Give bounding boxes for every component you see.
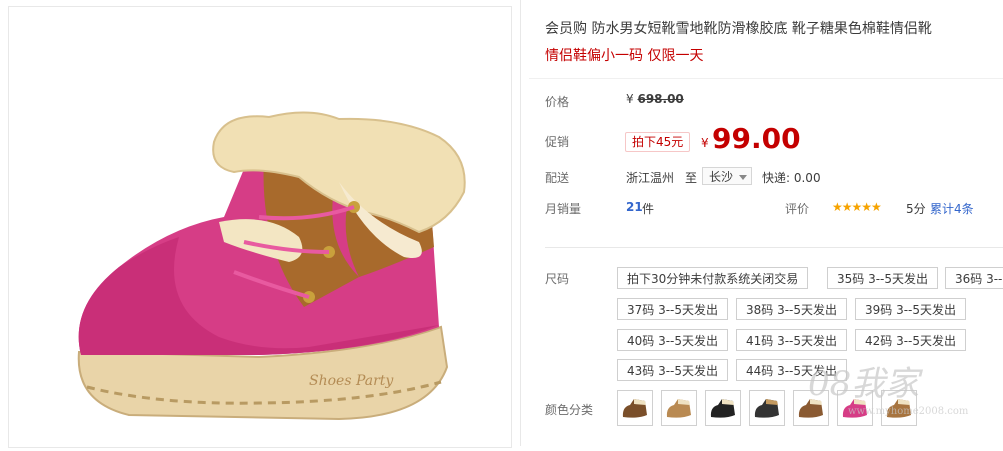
rating-score: 5分 <box>906 202 926 216</box>
size-option[interactable]: 35码 3--5天发出 <box>827 267 939 289</box>
original-price: ¥ 698.00 <box>626 92 684 106</box>
currency-symbol: ¥ <box>626 92 634 106</box>
size-option[interactable]: 39码 3--5天发出 <box>855 298 967 320</box>
destination-select[interactable]: 长沙 <box>702 167 752 185</box>
destination-city: 长沙 <box>709 170 734 184</box>
size-label: 尺码 <box>545 272 570 286</box>
divider <box>545 247 1003 248</box>
sales-unit: 件 <box>642 202 655 216</box>
color-swatch-black[interactable] <box>705 390 741 426</box>
site-watermark: 08我家 www.myhome2008.com <box>808 362 998 442</box>
size-option[interactable]: 42码 3--5天发出 <box>855 329 967 351</box>
delivery-label: 配送 <box>545 171 570 185</box>
promo-tag: 拍下45元 <box>625 132 691 152</box>
color-swatch-tan[interactable] <box>661 390 697 426</box>
watermark-logo: 08我家 <box>808 364 920 404</box>
promo-label: 促销 <box>545 135 570 149</box>
rating-stars-icon: ★★★★★ <box>832 200 882 214</box>
size-option[interactable]: 拍下30分钟未付款系统关闭交易 <box>617 267 809 289</box>
review-label: 评价 <box>785 202 810 216</box>
boot-image: Shoes Party <box>77 111 466 421</box>
shipping-fee: 快递: 0.00 <box>762 171 821 185</box>
price-label: 价格 <box>545 95 570 109</box>
price-section: 价格 ¥ 698.00 促销 拍下45元 ¥ 99.00 配送 浙江温州 至 长… <box>529 78 1003 227</box>
product-subtitle: 情侣鞋偏小一码 仅限一天 <box>545 48 704 64</box>
product-image-panel[interactable]: Shoes Party <box>8 6 512 448</box>
size-option[interactable]: 36码 3-- <box>945 267 1003 289</box>
sales-label: 月销量 <box>545 202 582 216</box>
color-swatch-brown[interactable] <box>617 390 653 426</box>
ship-from: 浙江温州 <box>626 171 675 185</box>
promo-currency: ¥ <box>701 136 709 150</box>
size-option[interactable]: 38码 3--5天发出 <box>736 298 848 320</box>
chevron-down-icon <box>739 175 747 180</box>
color-label: 颜色分类 <box>545 403 594 417</box>
size-option[interactable]: 41码 3--5天发出 <box>736 329 848 351</box>
size-option[interactable]: 40码 3--5天发出 <box>617 329 729 351</box>
color-swatch-black-tan[interactable] <box>749 390 785 426</box>
product-title: 会员购 防水男女短靴雪地靴防滑橡胶底 靴子糖果色棉鞋情侣靴 <box>545 21 932 37</box>
sales-count: 21 <box>626 200 643 214</box>
size-option[interactable]: 43码 3--5天发出 <box>617 359 729 381</box>
size-option[interactable]: 37码 3--5天发出 <box>617 298 729 320</box>
promo-price: 99.00 <box>712 122 801 155</box>
svg-text:Shoes Party: Shoes Party <box>309 373 394 389</box>
watermark-url: www.myhome2008.com <box>848 406 969 417</box>
ship-to-word: 至 <box>685 171 698 185</box>
original-price-value: 698.00 <box>637 92 684 106</box>
review-count-link[interactable]: 累计4条 <box>930 200 974 217</box>
